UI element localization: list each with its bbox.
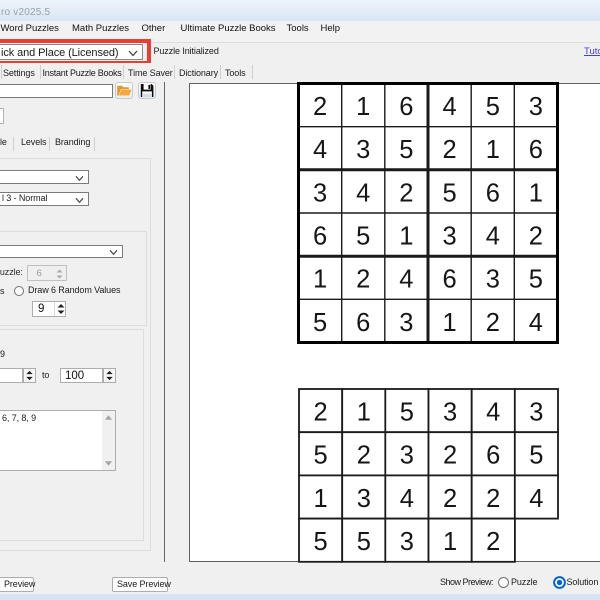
svg-text:5: 5 bbox=[313, 309, 327, 337]
svg-text:3: 3 bbox=[357, 485, 371, 513]
svg-text:2: 2 bbox=[443, 485, 457, 513]
svg-text:3: 3 bbox=[399, 309, 413, 337]
svg-text:2: 2 bbox=[486, 528, 500, 556]
svg-text:6: 6 bbox=[356, 309, 370, 337]
svg-text:1: 1 bbox=[443, 309, 457, 337]
svg-text:4: 4 bbox=[400, 485, 414, 513]
svg-text:2: 2 bbox=[443, 136, 457, 164]
svg-text:1: 1 bbox=[399, 223, 413, 251]
svg-text:3: 3 bbox=[443, 399, 457, 427]
svg-text:5: 5 bbox=[529, 266, 543, 294]
svg-text:2: 2 bbox=[357, 442, 371, 470]
svg-text:2: 2 bbox=[486, 485, 500, 513]
svg-text:4: 4 bbox=[399, 266, 413, 294]
svg-text:6: 6 bbox=[443, 266, 457, 294]
svg-text:2: 2 bbox=[356, 266, 370, 294]
svg-text:5: 5 bbox=[443, 179, 457, 207]
svg-text:4: 4 bbox=[529, 309, 543, 337]
svg-text:2: 2 bbox=[529, 223, 543, 251]
svg-text:4: 4 bbox=[356, 179, 370, 207]
svg-text:5: 5 bbox=[529, 442, 543, 470]
svg-text:6: 6 bbox=[399, 93, 413, 121]
svg-text:1: 1 bbox=[486, 136, 500, 164]
svg-text:4: 4 bbox=[313, 136, 327, 164]
svg-text:3: 3 bbox=[400, 442, 414, 470]
svg-text:1: 1 bbox=[443, 528, 457, 556]
svg-text:6: 6 bbox=[486, 442, 500, 470]
svg-text:5: 5 bbox=[314, 442, 328, 470]
svg-text:3: 3 bbox=[356, 136, 370, 164]
svg-text:5: 5 bbox=[357, 528, 371, 556]
svg-text:5: 5 bbox=[314, 528, 328, 556]
svg-text:5: 5 bbox=[400, 399, 414, 427]
svg-text:4: 4 bbox=[529, 485, 543, 513]
svg-text:6: 6 bbox=[529, 136, 543, 164]
svg-text:2: 2 bbox=[313, 93, 327, 121]
svg-text:3: 3 bbox=[529, 399, 543, 427]
svg-text:1: 1 bbox=[356, 93, 370, 121]
svg-text:3: 3 bbox=[313, 179, 327, 207]
svg-text:4: 4 bbox=[486, 223, 500, 251]
svg-text:2: 2 bbox=[443, 442, 457, 470]
svg-text:6: 6 bbox=[313, 223, 327, 251]
svg-text:1: 1 bbox=[357, 399, 371, 427]
svg-text:2: 2 bbox=[399, 179, 413, 207]
svg-text:1: 1 bbox=[314, 485, 328, 513]
svg-text:3: 3 bbox=[529, 93, 543, 121]
svg-text:5: 5 bbox=[486, 93, 500, 121]
svg-text:1: 1 bbox=[313, 266, 327, 294]
svg-text:4: 4 bbox=[443, 93, 457, 121]
svg-text:3: 3 bbox=[400, 528, 414, 556]
svg-text:5: 5 bbox=[399, 136, 413, 164]
svg-text:1: 1 bbox=[529, 179, 543, 207]
svg-text:3: 3 bbox=[443, 223, 457, 251]
svg-text:5: 5 bbox=[356, 223, 370, 251]
svg-text:3: 3 bbox=[486, 266, 500, 294]
svg-text:2: 2 bbox=[486, 309, 500, 337]
svg-text:2: 2 bbox=[314, 399, 328, 427]
svg-text:6: 6 bbox=[486, 179, 500, 207]
svg-text:4: 4 bbox=[486, 399, 500, 427]
